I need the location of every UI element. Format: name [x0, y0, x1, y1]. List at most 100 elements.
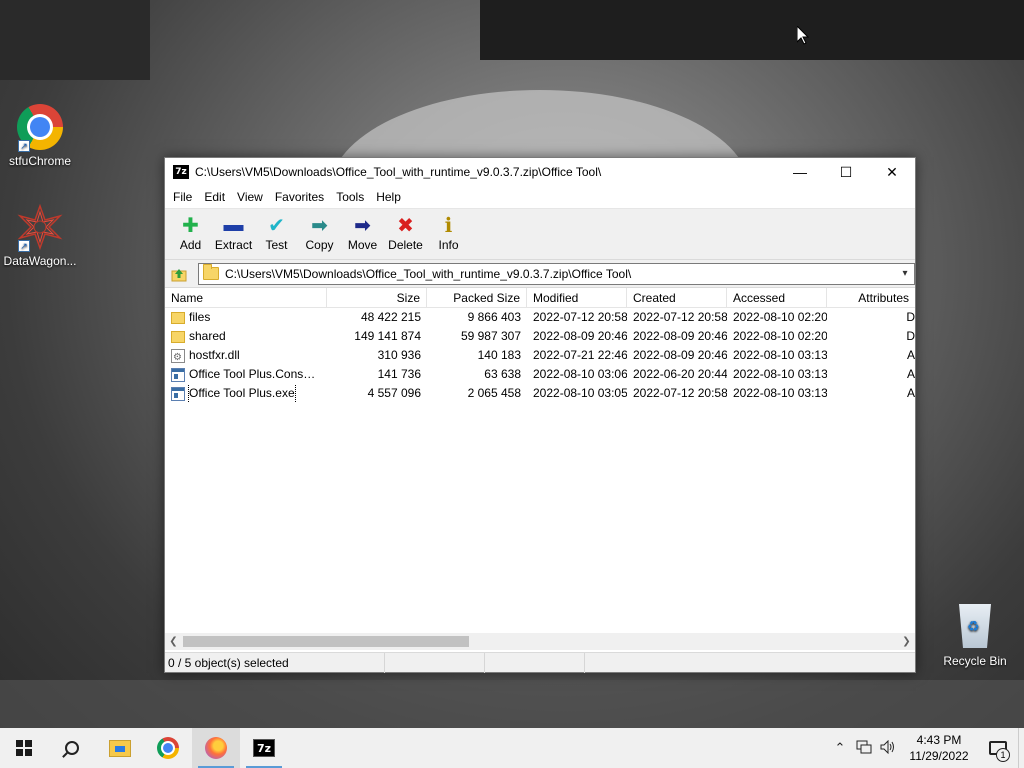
column-header-size[interactable]: Size: [327, 288, 427, 308]
file-packed-size: 2 065 458: [467, 386, 521, 400]
7zip-app-icon[interactable]: 7z: [173, 165, 189, 179]
file-created: 2022-07-12 20:58: [633, 310, 727, 324]
file-modified: 2022-07-12 20:58: [533, 310, 627, 324]
desktop-icon-datawagon[interactable]: ↗ DataWagon...: [0, 203, 80, 268]
column-header-name[interactable]: Name: [165, 288, 327, 308]
action-center-button[interactable]: 1: [978, 728, 1018, 768]
network-icon[interactable]: [852, 740, 876, 757]
file-attributes: D: [906, 310, 915, 324]
column-header-created[interactable]: Created: [627, 288, 727, 308]
7zip-file-manager-window[interactable]: 7z C:\Users\VM5\Downloads\Office_Tool_wi…: [164, 157, 916, 673]
move-button[interactable]: ➡ Move: [341, 213, 384, 253]
window-title: C:\Users\VM5\Downloads\Office_Tool_with_…: [195, 165, 602, 179]
start-button[interactable]: [0, 728, 48, 768]
taskbar-firefox[interactable]: [192, 728, 240, 768]
move-button-label: Move: [347, 238, 378, 252]
test-button[interactable]: ✔ Test: [255, 213, 298, 253]
up-folder-button[interactable]: [168, 263, 190, 285]
menu-view[interactable]: View: [231, 186, 269, 208]
file-packed-size: 59 987 307: [460, 329, 521, 343]
close-button[interactable]: ✕: [869, 158, 915, 186]
folder-icon: [203, 264, 219, 280]
dll-file-icon: [171, 348, 185, 365]
file-size: 310 936: [377, 348, 421, 362]
file-modified: 2022-08-09 20:46: [533, 329, 627, 343]
status-cell-size: [385, 653, 485, 673]
address-path[interactable]: C:\Users\VM5\Downloads\Office_Tool_with_…: [225, 267, 896, 281]
file-accessed: 2022-08-10 02:20: [733, 329, 827, 343]
file-attributes: A: [906, 348, 915, 362]
exe-file-icon: [171, 367, 185, 382]
delete-button[interactable]: ✖ Delete: [384, 213, 427, 253]
scrollbar-thumb[interactable]: [183, 636, 469, 647]
menu-help[interactable]: Help: [370, 186, 407, 208]
desktop-icon-stfuchrome[interactable]: ↗ stfuChrome: [0, 104, 80, 168]
extract-button[interactable]: ▬ Extract: [212, 213, 255, 253]
column-header-accessed[interactable]: Accessed: [727, 288, 827, 308]
taskbar: 7z ⌃ 4:43 PM 11/29/2022 1: [0, 728, 1024, 768]
file-accessed: 2022-08-10 03:13: [733, 348, 827, 362]
menu-file[interactable]: File: [167, 186, 198, 208]
desktop-icon-label: Recycle Bin: [943, 654, 1007, 668]
file-packed-size: 63 638: [484, 367, 521, 381]
file-list[interactable]: Name Size Packed Size Modified Created A…: [165, 288, 915, 633]
scrollbar-track[interactable]: [182, 634, 898, 649]
horizontal-scrollbar[interactable]: ❮ ❯: [165, 633, 915, 650]
info-icon: ℹ: [444, 214, 453, 237]
volume-icon[interactable]: [876, 739, 900, 757]
chevron-down-icon[interactable]: ▾: [896, 268, 914, 279]
file-row[interactable]: shared 149 141 874 59 987 307 2022-08-09…: [165, 327, 915, 346]
clock[interactable]: 4:43 PM 11/29/2022: [900, 732, 978, 764]
menu-favorites[interactable]: Favorites: [269, 186, 330, 208]
test-icon: ✔: [268, 214, 285, 237]
file-name: hostfxr.dll: [189, 348, 240, 362]
move-icon: ➡: [354, 214, 371, 237]
address-bar: C:\Users\VM5\Downloads\Office_Tool_with_…: [165, 260, 915, 288]
shortcut-arrow-icon: ↗: [18, 240, 30, 252]
title-bar[interactable]: 7z C:\Users\VM5\Downloads\Office_Tool_wi…: [165, 158, 915, 186]
file-row[interactable]: Office Tool Plus.exe 4 557 096 2 065 458…: [165, 384, 915, 403]
clock-time: 4:43 PM: [916, 733, 962, 747]
file-modified: 2022-08-10 03:06: [533, 367, 627, 381]
add-icon: ✚: [182, 214, 199, 237]
info-button[interactable]: ℹ Info: [427, 213, 470, 253]
menu-bar: File Edit View Favorites Tools Help: [165, 186, 915, 208]
desktop-icon-recycle-bin[interactable]: ♻ Recycle Bin: [935, 604, 1015, 668]
scroll-left-icon[interactable]: ❮: [165, 636, 182, 647]
minimize-button[interactable]: —: [777, 158, 823, 186]
chevron-up-icon[interactable]: ⌃: [828, 740, 852, 756]
menu-tools[interactable]: Tools: [330, 186, 370, 208]
file-accessed: 2022-08-10 03:13: [733, 386, 827, 400]
taskbar-file-explorer[interactable]: [96, 728, 144, 768]
file-row[interactable]: files 48 422 215 9 866 403 2022-07-12 20…: [165, 308, 915, 327]
status-cell-info: [585, 653, 913, 673]
maximize-button[interactable]: ☐: [823, 158, 869, 186]
menu-edit[interactable]: Edit: [198, 186, 231, 208]
address-field[interactable]: C:\Users\VM5\Downloads\Office_Tool_with_…: [198, 262, 915, 285]
taskbar-7zip[interactable]: 7z: [240, 728, 288, 768]
file-name: shared: [189, 329, 226, 343]
copy-button[interactable]: ➡ Copy: [298, 213, 341, 253]
show-desktop-button[interactable]: [1018, 728, 1024, 768]
file-name: Office Tool Plus.exe: [188, 384, 296, 403]
taskbar-chrome[interactable]: [144, 728, 192, 768]
file-created: 2022-08-09 20:46: [633, 329, 727, 343]
copy-button-label: Copy: [305, 238, 334, 252]
extract-button-label: Extract: [214, 238, 253, 252]
file-attributes: D: [906, 329, 915, 343]
mouse-cursor-icon: [797, 26, 809, 45]
column-header-modified[interactable]: Modified: [527, 288, 627, 308]
scroll-right-icon[interactable]: ❯: [898, 636, 915, 647]
column-header-attributes[interactable]: Attributes: [827, 288, 915, 308]
column-header-packed-size[interactable]: Packed Size: [427, 288, 527, 308]
file-size: 141 736: [377, 367, 421, 381]
search-button[interactable]: [48, 728, 96, 768]
file-name-cell: shared: [165, 327, 327, 346]
file-created: 2022-07-12 20:58: [633, 386, 727, 400]
file-row[interactable]: Office Tool Plus.Consol... 141 736 63 63…: [165, 365, 915, 384]
folder-icon: [171, 331, 185, 343]
file-row[interactable]: hostfxr.dll 310 936 140 183 2022-07-21 2…: [165, 346, 915, 365]
copy-icon: ➡: [311, 214, 328, 237]
add-button[interactable]: ✚ Add: [169, 213, 212, 253]
desktop-icon-label: stfuChrome: [8, 154, 72, 168]
